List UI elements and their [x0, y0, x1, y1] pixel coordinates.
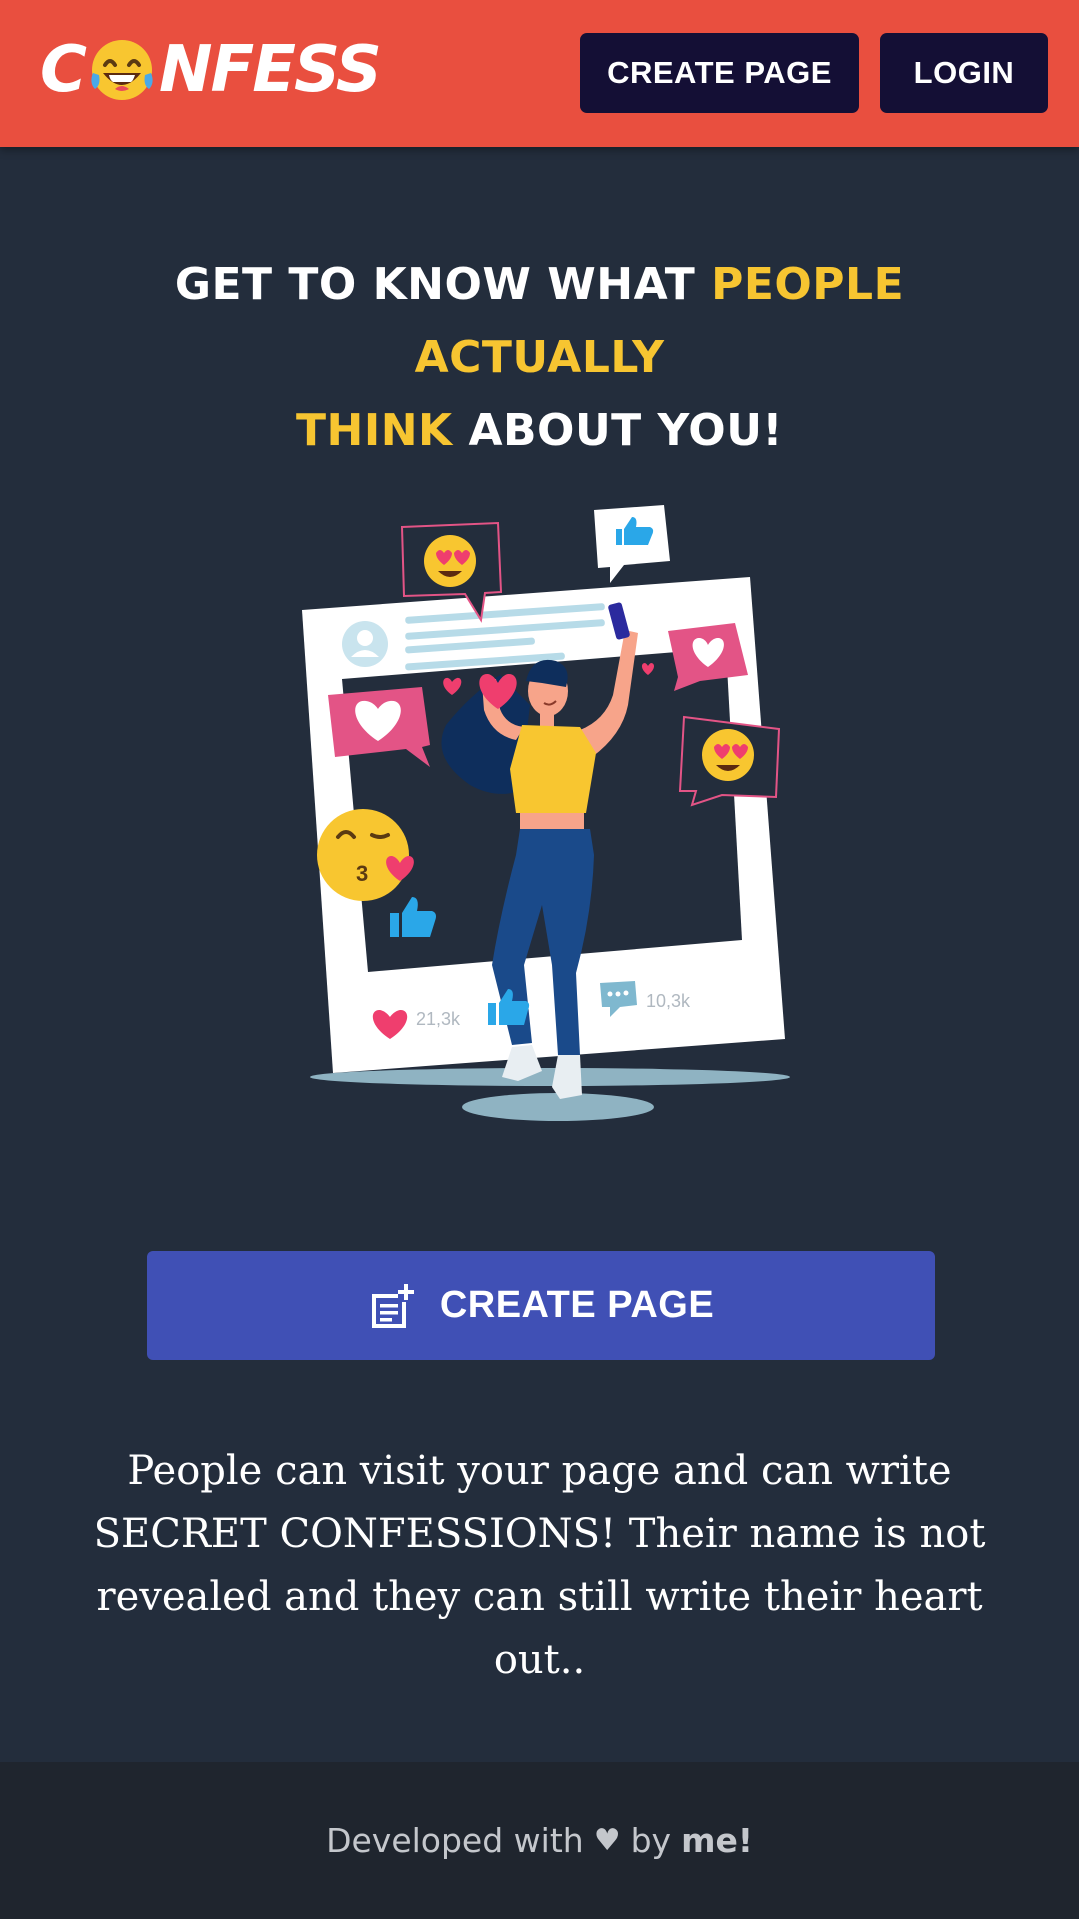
post-add-icon — [371, 1283, 414, 1328]
create-page-label: CREATE PAGE — [439, 1284, 715, 1326]
heart-icon: ♥ — [593, 1823, 621, 1858]
headline-highlight-2: THINK — [295, 405, 453, 456]
description-text: People can visit your page and can write… — [93, 1448, 986, 1683]
svg-text:3: 3 — [356, 861, 368, 886]
footer-by: by — [630, 1821, 672, 1860]
likes-count: 21,3k — [416, 1009, 461, 1029]
create-page-button[interactable]: CREATE PAGE — [147, 1251, 935, 1360]
headline-text-1: GET TO KNOW WHAT — [174, 259, 712, 310]
comments-count: 10,3k — [646, 991, 691, 1011]
headline-text-2: ABOUT YOU! — [452, 405, 783, 456]
logo-text-end: NFESS — [158, 33, 382, 107]
laughing-face-icon — [91, 40, 153, 100]
heart-eyes-bubble-icon — [678, 715, 781, 807]
footer-author-link[interactable]: me! — [681, 1821, 753, 1860]
logo[interactable]: C NFESS — [40, 30, 382, 110]
hero-headline: GET TO KNOW WHAT PEOPLE ACTUALLY THINK A… — [60, 248, 1019, 467]
footer-prefix: Developed with — [326, 1821, 584, 1860]
thumbs-up-bubble-icon — [594, 505, 670, 583]
hero-illustration: 3 21,3k 10,3k — [302, 505, 790, 1121]
app-header: C NFESS CREATE PAGE LOGIN — [0, 0, 1079, 147]
logo-text-start: C — [40, 33, 87, 107]
footer: Developed with ♥ by me! — [0, 1762, 1079, 1919]
header-create-page-button[interactable]: CREATE PAGE — [580, 33, 859, 113]
login-button[interactable]: LOGIN — [880, 33, 1048, 113]
